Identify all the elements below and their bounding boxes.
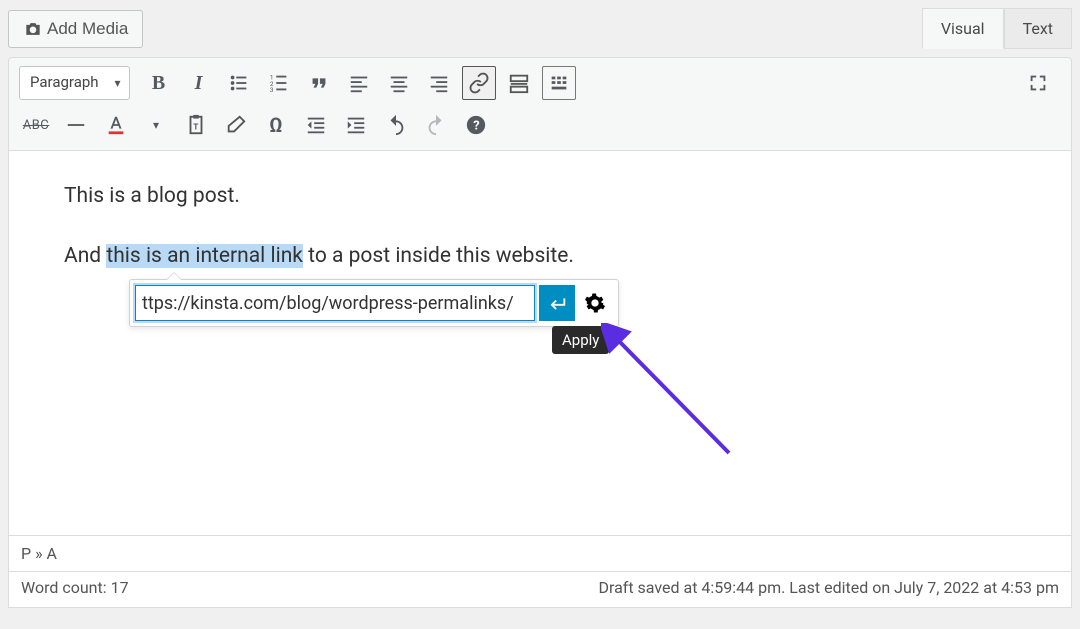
redo-button[interactable]	[419, 108, 453, 142]
hr-icon	[65, 114, 87, 136]
bullet-list-button[interactable]	[222, 66, 256, 100]
tab-visual[interactable]: Visual	[922, 8, 1004, 49]
align-right-button[interactable]	[422, 66, 456, 100]
numbered-list-icon: 123	[268, 72, 290, 94]
undo-icon	[385, 114, 407, 136]
paragraph-2[interactable]: And this is an internal link to a post i…	[64, 241, 1016, 273]
caret-down-icon: ▾	[115, 76, 121, 90]
indent-button[interactable]	[339, 108, 373, 142]
blockquote-button[interactable]	[302, 66, 336, 100]
align-center-button[interactable]	[382, 66, 416, 100]
link-button[interactable]	[462, 66, 496, 100]
redo-icon	[425, 114, 447, 136]
element-path[interactable]: P » A	[8, 536, 1072, 572]
editor-toolbar: Paragraph ▾ B I 123 ABC ▾ T Ω ?	[8, 57, 1072, 151]
editor-body[interactable]: This is a blog post. And this is an inte…	[8, 151, 1072, 536]
hr-button[interactable]	[59, 108, 93, 142]
link-options-button[interactable]	[577, 285, 613, 321]
tab-text[interactable]: Text	[1004, 8, 1072, 49]
help-icon: ?	[465, 114, 487, 136]
undo-button[interactable]	[379, 108, 413, 142]
strike-icon: ABC	[23, 118, 50, 133]
help-button[interactable]: ?	[459, 108, 493, 142]
align-left-icon	[348, 72, 370, 94]
pagebreak-icon	[508, 72, 530, 94]
selected-link-text[interactable]: this is an internal link	[106, 244, 303, 268]
outdent-button[interactable]	[299, 108, 333, 142]
apply-tooltip: Apply	[552, 326, 609, 354]
element-path-text: P » A	[21, 544, 57, 563]
add-media-label: Add Media	[47, 19, 128, 39]
gear-icon	[584, 292, 606, 314]
clear-format-button[interactable]	[219, 108, 253, 142]
editor-mode-tabs: Visual Text	[922, 8, 1072, 49]
svg-text:3: 3	[269, 86, 273, 94]
save-status: Draft saved at 4:59:44 pm. Last edited o…	[598, 578, 1059, 597]
text-color-caret[interactable]: ▾	[139, 108, 173, 142]
paragraph-1[interactable]: This is a blog post.	[64, 181, 1016, 213]
bold-button[interactable]: B	[142, 66, 176, 100]
apply-link-button[interactable]	[539, 285, 575, 321]
quote-icon	[308, 72, 330, 94]
insert-link-popover: Apply	[129, 279, 619, 327]
p2-before: And	[64, 244, 106, 268]
text-color-icon	[105, 114, 127, 136]
kitchen-sink-button[interactable]	[542, 66, 576, 100]
paragraph-select-label: Paragraph	[30, 73, 99, 91]
numbered-list-button[interactable]: 123	[262, 66, 296, 100]
bullet-list-icon	[228, 72, 250, 94]
special-char-button[interactable]: Ω	[259, 108, 293, 142]
eraser-icon	[225, 114, 247, 136]
p2-after: to a post inside this website.	[303, 244, 574, 268]
outdent-icon	[305, 114, 327, 136]
enter-arrow-icon	[546, 292, 568, 314]
italic-button[interactable]: I	[182, 66, 216, 100]
fullscreen-icon	[1027, 72, 1049, 94]
word-count: Word count: 17	[21, 578, 129, 597]
align-center-icon	[388, 72, 410, 94]
strikethrough-button[interactable]: ABC	[19, 108, 53, 142]
read-more-button[interactable]	[502, 66, 536, 100]
indent-icon	[345, 114, 367, 136]
align-left-button[interactable]	[342, 66, 376, 100]
editor-footer: Word count: 17 Draft saved at 4:59:44 pm…	[8, 572, 1072, 608]
text-color-button[interactable]	[99, 108, 133, 142]
link-url-input[interactable]	[135, 285, 535, 321]
paste-text-button[interactable]: T	[179, 108, 213, 142]
svg-text:T: T	[193, 123, 198, 133]
link-icon	[468, 72, 490, 94]
camera-music-icon	[23, 19, 43, 39]
annotation-arrow	[601, 323, 751, 473]
align-right-icon	[428, 72, 450, 94]
paragraph-select[interactable]: Paragraph ▾	[19, 66, 130, 100]
clipboard-icon: T	[185, 114, 207, 136]
add-media-button[interactable]: Add Media	[8, 10, 143, 48]
svg-text:?: ?	[473, 119, 479, 134]
fullscreen-button[interactable]	[1021, 66, 1055, 100]
toolbar-toggle-icon	[548, 72, 570, 94]
